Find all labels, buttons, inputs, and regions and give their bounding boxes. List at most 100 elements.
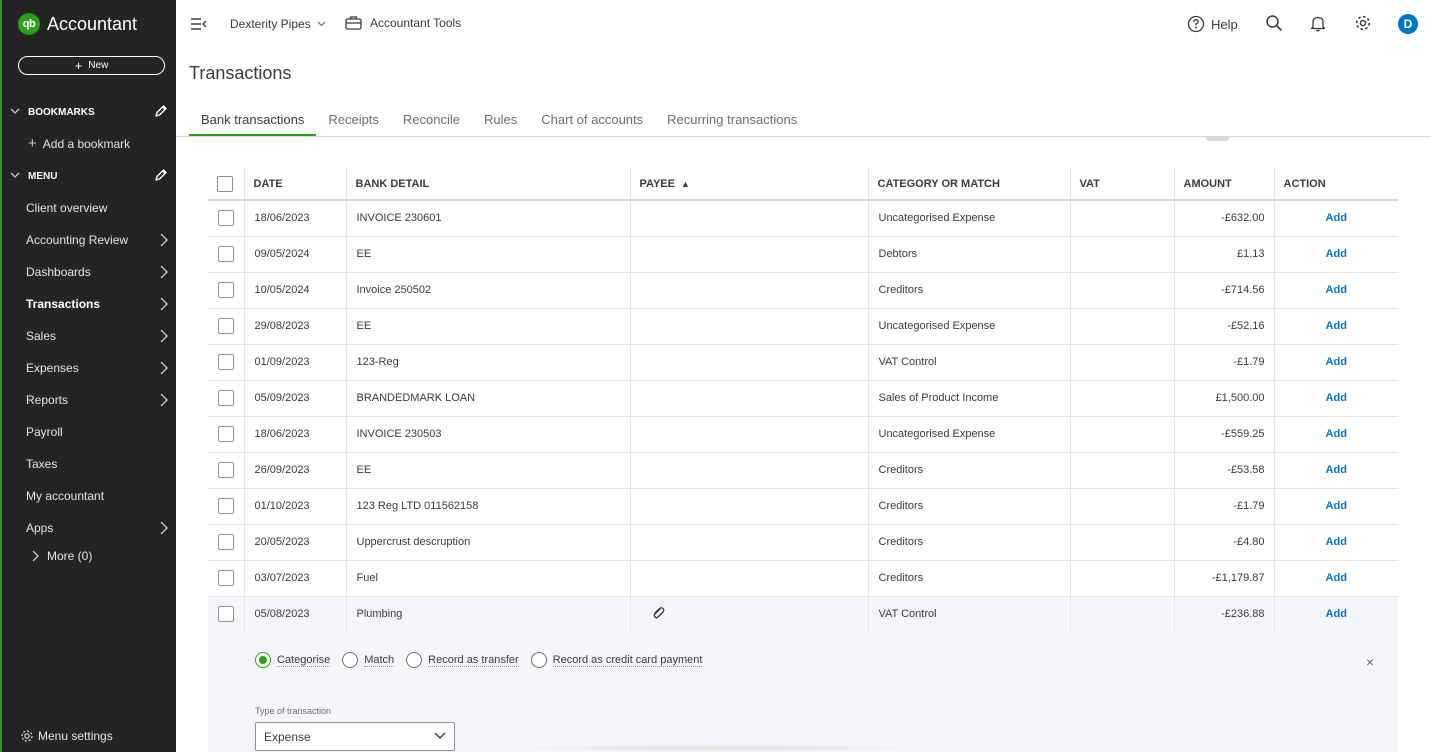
category-cell[interactable]: Uncategorised Expense (867, 415, 1070, 452)
payee-cell[interactable] (629, 271, 868, 308)
match-radio[interactable] (342, 652, 359, 668)
category-cell[interactable]: Creditors (867, 487, 1070, 524)
category-cell[interactable]: VAT Control (867, 343, 1070, 380)
close-icon[interactable]: × (1366, 654, 1374, 670)
select-all-checkbox[interactable] (217, 175, 233, 192)
payee-cell[interactable] (629, 343, 868, 380)
category-cell[interactable]: Creditors (867, 451, 1070, 488)
category-cell[interactable]: Creditors (867, 523, 1070, 560)
payee-cell[interactable] (629, 307, 868, 344)
table-row[interactable]: 10/05/2024 Invoice 250502 Creditors -£714.5… (208, 271, 1398, 308)
bank-detail-column-header[interactable]: BANK DETAIL (345, 168, 630, 201)
table-row[interactable]: 29/08/2023 EE Uncategorised Expense -£52.16… (208, 307, 1398, 344)
vat-cell[interactable] (1069, 595, 1174, 632)
payee-cell[interactable] (629, 199, 868, 236)
edit-bookmarks-pencil-icon[interactable] (154, 104, 168, 118)
tab-rules[interactable]: Rules (472, 112, 529, 137)
scroll-handle[interactable] (1206, 137, 1229, 141)
table-row[interactable]: 09/05/2024 EE Debtors £1.13 Add (208, 235, 1398, 272)
sidebar-item-client-overview[interactable]: Client overview (2, 197, 176, 219)
edit-menu-pencil-icon[interactable] (154, 168, 168, 182)
vat-cell[interactable] (1069, 343, 1174, 380)
row-checkbox[interactable] (218, 426, 234, 442)
vat-cell[interactable] (1069, 199, 1174, 236)
table-row[interactable]: 03/07/2023 Fuel Creditors -£1,179.87 Add (208, 559, 1398, 596)
category-cell[interactable]: Creditors (867, 271, 1070, 308)
category-cell[interactable]: Uncategorised Expense (867, 199, 1070, 236)
payee-cell[interactable] (629, 595, 868, 632)
menu-settings-link[interactable]: Menu settings (20, 729, 113, 743)
add-action-link[interactable]: Add (1273, 307, 1398, 344)
vat-cell[interactable] (1069, 379, 1174, 416)
sidebar-item-payroll[interactable]: Payroll (2, 421, 176, 443)
brand[interactable]: qb Accountant (18, 13, 137, 35)
vat-cell[interactable] (1069, 559, 1174, 596)
menu-header[interactable]: MENU (10, 168, 172, 184)
settings-gear-icon[interactable] (1354, 14, 1372, 32)
bookmarks-header[interactable]: BOOKMARKS (10, 104, 172, 120)
sidebar-item-transactions[interactable]: Transactions (2, 293, 176, 315)
row-checkbox[interactable] (218, 606, 234, 623)
attachment-paperclip-icon[interactable] (651, 606, 665, 620)
row-checkbox[interactable] (218, 534, 234, 550)
category-cell[interactable]: Uncategorised Expense (867, 307, 1070, 344)
vat-cell[interactable] (1069, 307, 1174, 344)
row-checkbox[interactable] (218, 570, 234, 586)
vat-cell[interactable] (1069, 523, 1174, 560)
table-row[interactable]: 18/06/2023 INVOICE 230601 Uncategorised Ex… (208, 199, 1398, 236)
row-checkbox[interactable] (218, 318, 234, 334)
row-checkbox[interactable] (218, 282, 234, 298)
accountant-tools-button[interactable]: Accountant Tools (345, 15, 461, 30)
payee-cell[interactable] (629, 487, 868, 524)
add-action-link[interactable]: Add (1273, 235, 1398, 272)
categorise-radio[interactable] (255, 652, 271, 668)
payee-cell[interactable] (629, 379, 868, 416)
match-radio-option[interactable]: Match (342, 652, 395, 668)
sidebar-item-reports[interactable]: Reports (2, 389, 176, 411)
payee-cell[interactable] (629, 559, 868, 596)
table-row[interactable]: 05/08/2023 Plumbing VAT Control -£236.88 Add (208, 595, 1398, 632)
transaction-type-select[interactable]: Expense (255, 722, 455, 751)
category-cell[interactable]: Debtors (867, 235, 1070, 272)
payee-column-header[interactable]: PAYEE ▲ (629, 168, 868, 201)
help-button[interactable]: Help (1187, 15, 1238, 33)
payee-cell[interactable] (629, 523, 868, 560)
date-column-header[interactable]: DATE (243, 168, 346, 201)
add-action-link[interactable]: Add (1273, 271, 1398, 308)
table-row[interactable]: 20/05/2023 Uppercrust descruption Creditor… (208, 523, 1398, 560)
record-as-transfer-radio[interactable] (406, 652, 423, 668)
payee-cell[interactable] (629, 235, 868, 272)
vat-cell[interactable] (1069, 487, 1174, 524)
table-row[interactable]: 26/09/2023 EE Creditors -£53.58 Add (208, 451, 1398, 488)
sidebar-item-dashboards[interactable]: Dashboards (2, 261, 176, 283)
amount-column-header[interactable]: AMOUNT (1173, 168, 1274, 201)
add-action-link[interactable]: Add (1273, 559, 1398, 596)
collapse-menu-icon[interactable] (190, 17, 208, 31)
add-action-link[interactable]: Add (1273, 343, 1398, 380)
category-column-header[interactable]: CATEGORY OR MATCH (867, 168, 1070, 201)
category-cell[interactable]: Creditors (867, 559, 1070, 596)
categorise-radio-option[interactable]: Categorise (255, 652, 331, 668)
category-cell[interactable]: VAT Control (867, 595, 1070, 632)
add-action-link[interactable]: Add (1273, 523, 1398, 560)
tab-reconcile[interactable]: Reconcile (391, 112, 472, 137)
sidebar-item-more[interactable]: More (0) (32, 549, 92, 563)
add-action-link[interactable]: Add (1273, 595, 1398, 632)
table-row[interactable]: 01/09/2023 123-Reg VAT Control -£1.79 Add (208, 343, 1398, 380)
tab-bank-transactions[interactable]: Bank transactions (189, 112, 317, 137)
new-button[interactable]: + New (18, 56, 165, 75)
sidebar-item-accounting-review[interactable]: Accounting Review (2, 229, 176, 251)
user-avatar[interactable]: D (1398, 14, 1418, 34)
row-checkbox[interactable] (218, 210, 234, 227)
row-checkbox[interactable] (218, 462, 234, 478)
vat-cell[interactable] (1069, 451, 1174, 488)
row-checkbox[interactable] (218, 354, 234, 370)
sidebar-item-apps[interactable]: Apps (2, 517, 176, 539)
record-as-credit-card-payment-radio[interactable] (530, 652, 547, 668)
search-icon[interactable] (1265, 14, 1283, 32)
record-as-transfer-radio-option[interactable]: Record as transfer (406, 652, 519, 668)
payee-cell[interactable] (629, 451, 868, 488)
payee-cell[interactable] (629, 415, 868, 452)
tab-recurring-transactions[interactable]: Recurring transactions (655, 112, 809, 137)
row-checkbox[interactable] (218, 246, 234, 262)
